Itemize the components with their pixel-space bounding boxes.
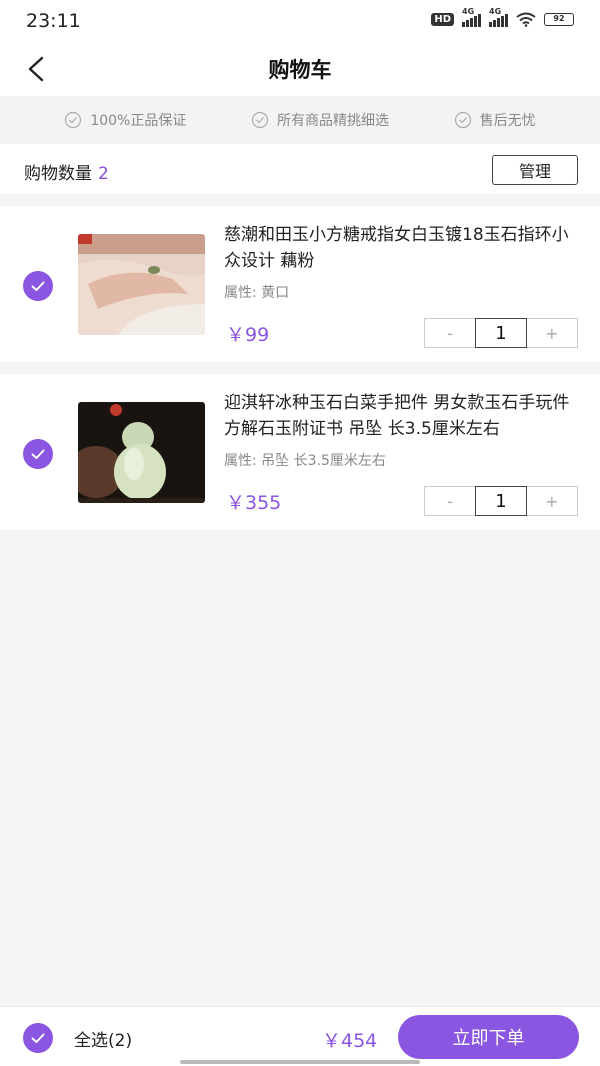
status-bar: 23:11 HD 4G 4G 92: [0, 0, 600, 44]
product-image[interactable]: [78, 402, 205, 503]
guarantee-item: 售后无忧: [454, 110, 536, 130]
quantity-stepper: - 1 +: [424, 486, 578, 516]
cart-item: 迎淇轩冰种玉石白菜手把件 男女款玉石手玩件方解石玉附证书 吊坠 长3.5厘米左右…: [0, 374, 600, 530]
guarantee-label: 100%正品保证: [90, 113, 187, 129]
page-title: 购物车: [268, 58, 332, 82]
cart-count-value: 2: [98, 164, 109, 184]
select-all-label[interactable]: 全选(2): [74, 1026, 132, 1051]
product-attribute: 属性: 吊坠 长3.5厘米左右: [224, 453, 386, 469]
checkout-bar: 全选(2) ￥454 立即下单: [0, 1006, 600, 1066]
home-indicator[interactable]: [180, 1060, 420, 1064]
checkmark-icon: [31, 449, 45, 459]
manage-button[interactable]: 管理: [492, 155, 578, 185]
status-time: 23:11: [26, 10, 81, 32]
increment-button[interactable]: +: [526, 319, 577, 347]
increment-button[interactable]: +: [526, 487, 577, 515]
item-checkbox[interactable]: [23, 271, 53, 301]
check-circle-icon: [65, 111, 82, 129]
product-price: ￥99: [226, 324, 270, 346]
wifi-icon: [516, 12, 536, 27]
cart-item: 慈潮和田玉小方糖戒指女白玉镀18玉石指环小众设计 藕粉 属性: 黄口 ￥99 -…: [0, 206, 600, 362]
total-price: ￥454: [322, 1030, 378, 1052]
quantity-value[interactable]: 1: [475, 318, 527, 348]
place-order-button[interactable]: 立即下单: [398, 1015, 579, 1059]
decrement-button[interactable]: -: [425, 487, 476, 515]
guarantee-strip: 100%正品保证 所有商品精挑细选 售后无忧: [0, 96, 600, 144]
ring-product-image: [78, 234, 205, 335]
checkmark-icon: [31, 1033, 45, 1043]
decrement-button[interactable]: -: [425, 319, 476, 347]
guarantee-label: 所有商品精挑细选: [277, 113, 390, 129]
signal-icon: 4G: [462, 7, 481, 27]
product-image[interactable]: [78, 234, 205, 335]
quantity-value[interactable]: 1: [475, 486, 527, 516]
cart-count-bar: 购物数量 2 管理: [0, 144, 600, 194]
guarantee-label: 售后无忧: [479, 113, 536, 129]
check-circle-icon: [251, 111, 269, 129]
signal-icon-2: 4G: [489, 7, 508, 27]
battery-icon: 92: [544, 13, 574, 26]
cart-count-label: 购物数量: [24, 164, 92, 184]
status-icons: HD 4G 4G 92: [431, 7, 574, 27]
guarantee-item: 所有商品精挑细选: [251, 110, 389, 130]
item-checkbox[interactable]: [23, 439, 53, 469]
product-attribute: 属性: 黄口: [224, 285, 290, 301]
product-price: ￥355: [226, 492, 282, 514]
cart-count: 购物数量 2: [24, 159, 109, 184]
select-all-checkbox[interactable]: [23, 1023, 53, 1053]
jade-pendant-product-image: [78, 402, 205, 503]
checkmark-icon: [31, 281, 45, 291]
quantity-stepper: - 1 +: [424, 318, 578, 348]
hd-icon: HD: [431, 13, 454, 26]
guarantee-item: 100%正品保证: [64, 110, 186, 130]
product-name[interactable]: 慈潮和田玉小方糖戒指女白玉镀18玉石指环小众设计 藕粉: [224, 222, 576, 274]
nav-bar: 购物车: [0, 44, 600, 96]
product-name[interactable]: 迎淇轩冰种玉石白菜手把件 男女款玉石手玩件方解石玉附证书 吊坠 长3.5厘米左右: [224, 390, 576, 442]
check-circle-icon: [454, 111, 471, 129]
